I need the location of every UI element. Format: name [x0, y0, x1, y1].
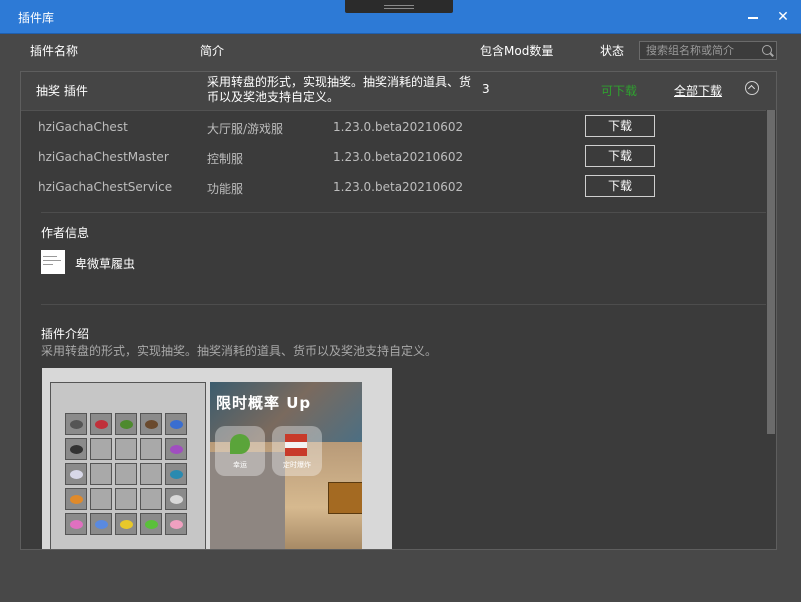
download-all-link[interactable]: 全部下载 — [674, 82, 722, 99]
mod-version: 1.23.0.beta20210602 — [333, 180, 464, 194]
inventory-slot — [165, 438, 187, 460]
inventory-slot — [65, 513, 87, 535]
window-title: 插件库 — [18, 11, 55, 25]
mod-row: hziGachaChest 大厅服/游戏服 1.23.0.beta2021060… — [21, 112, 761, 142]
cover-title: 限时概率 Up — [216, 394, 312, 412]
avatar — [41, 250, 65, 274]
download-button[interactable]: 下载 — [585, 115, 655, 137]
inventory-slot — [140, 413, 162, 435]
inventory-slot — [90, 438, 112, 460]
card-label: 幸运 — [233, 461, 247, 469]
mod-name: hziGachaChest — [38, 120, 128, 134]
mod-name: hziGachaChestService — [38, 180, 173, 194]
intro-section-title: 插件介绍 — [41, 327, 90, 341]
download-button[interactable]: 下载 — [585, 175, 655, 197]
minimize-icon[interactable] — [743, 7, 763, 27]
column-header-name: 插件名称 — [30, 44, 79, 58]
mod-name: hziGachaChestMaster — [38, 150, 169, 164]
plugin-row[interactable]: 抽奖 插件 采用转盘的形式，实现抽奖。抽奖消耗的道具、货币以及奖池支持自定义。 … — [21, 72, 776, 111]
plugin-panel: 抽奖 插件 采用转盘的形式，实现抽奖。抽奖消耗的道具、货币以及奖池支持自定义。 … — [20, 71, 777, 550]
clover-icon — [230, 434, 250, 454]
inventory-slot — [90, 513, 112, 535]
divider — [41, 212, 767, 213]
column-header-status: 状态 — [600, 44, 625, 58]
inventory-slot — [65, 488, 87, 510]
inventory-slot — [140, 463, 162, 485]
mod-row: hziGachaChestService 功能服 1.23.0.beta2021… — [21, 172, 761, 202]
inventory-slot — [140, 488, 162, 510]
inventory-slot — [115, 413, 137, 435]
search-input[interactable] — [640, 42, 764, 59]
intro-text: 采用转盘的形式，实现抽奖。抽奖消耗的道具、货币以及奖池支持自定义。 — [41, 344, 438, 358]
inventory-slot — [115, 513, 137, 535]
inventory-slot — [90, 413, 112, 435]
mod-type: 功能服 — [207, 182, 244, 196]
tnt-card: 定时爆炸 — [272, 426, 322, 476]
title-bar: 插件库 ✕ — [0, 0, 801, 34]
inventory-slot — [140, 513, 162, 535]
plugin-mod-count: 3 — [482, 82, 490, 96]
column-header-count: 包含Mod数量 — [480, 44, 554, 58]
card-label: 定时爆炸 — [283, 461, 311, 469]
clover-card: 幸运 — [215, 426, 265, 476]
inventory-slot — [165, 413, 187, 435]
search-icon[interactable] — [762, 45, 772, 55]
plugin-description: 采用转盘的形式，实现抽奖。抽奖消耗的道具、货币以及奖池支持自定义。 — [207, 75, 472, 104]
collapse-up-icon[interactable] — [745, 81, 759, 95]
scroll-thumb[interactable] — [767, 110, 775, 434]
mod-version: 1.23.0.beta20210602 — [333, 120, 464, 134]
inventory-slot — [140, 438, 162, 460]
inventory-slot — [115, 438, 137, 460]
tnt-icon — [285, 434, 307, 456]
mod-type: 大厅服/游戏服 — [207, 122, 284, 136]
mod-type: 控制服 — [207, 152, 244, 166]
inventory-slot — [90, 488, 112, 510]
inventory-slot — [65, 438, 87, 460]
inventory-slot — [65, 463, 87, 485]
inventory-slot — [115, 463, 137, 485]
download-button[interactable]: 下载 — [585, 145, 655, 167]
inventory-screenshot — [50, 382, 206, 549]
preview-image: 限时概率 Up 幸运 定时爆炸 — [42, 368, 392, 549]
drag-handle[interactable] — [345, 0, 453, 13]
cover-screenshot: 限时概率 Up 幸运 定时爆炸 — [210, 382, 362, 549]
inventory-slot — [165, 513, 187, 535]
mod-row: hziGachaChestMaster 控制服 1.23.0.beta20210… — [21, 142, 761, 172]
inventory-slot — [115, 488, 137, 510]
mod-version: 1.23.0.beta20210602 — [333, 150, 464, 164]
inventory-slot — [165, 488, 187, 510]
chest-icon — [328, 482, 362, 514]
author-section-title: 作者信息 — [41, 226, 90, 240]
inventory-slot — [65, 413, 87, 435]
status-badge: 可下载 — [601, 84, 638, 98]
search-box[interactable] — [639, 41, 777, 60]
close-icon[interactable]: ✕ — [773, 7, 793, 27]
inventory-slot — [165, 463, 187, 485]
column-header-desc: 简介 — [200, 44, 225, 58]
author-name: 卑微草履虫 — [75, 257, 136, 271]
plugin-name: 抽奖 插件 — [36, 84, 88, 98]
inventory-slot — [90, 463, 112, 485]
scrollbar[interactable] — [766, 110, 776, 549]
divider — [41, 304, 767, 305]
